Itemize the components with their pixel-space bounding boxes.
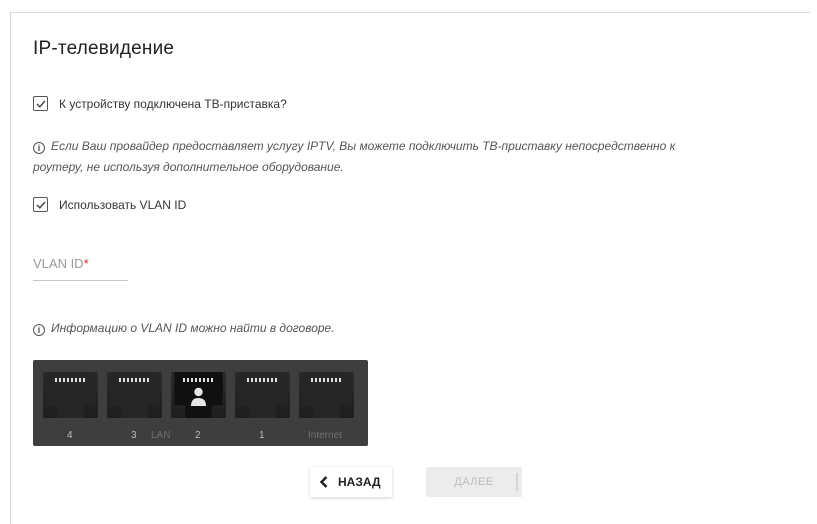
port-pins xyxy=(55,378,85,382)
stb-connected-row[interactable]: К устройству подключена ТВ-приставка? xyxy=(33,96,287,111)
port-label-4: 4 xyxy=(67,430,73,441)
port-label-3: 3 xyxy=(131,430,137,441)
use-vlan-label: Использовать VLAN ID xyxy=(59,197,187,212)
top-divider xyxy=(10,12,810,13)
port-4[interactable] xyxy=(43,372,98,418)
next-button-label: ДАЛЕЕ xyxy=(454,476,494,488)
use-vlan-row[interactable]: Использовать VLAN ID xyxy=(33,197,186,212)
port-1[interactable] xyxy=(235,372,290,418)
back-button[interactable]: НАЗАД xyxy=(310,467,392,497)
port-label-2: 2 xyxy=(195,430,201,441)
port-label-internet: Internet xyxy=(308,430,342,441)
vlan-id-field[interactable]: VLAN ID* xyxy=(33,250,128,281)
stb-connected-label: К устройству подключена ТВ-приставка? xyxy=(59,96,287,111)
vlan-id-placeholder-text: VLAN ID xyxy=(33,256,84,271)
left-divider xyxy=(10,12,11,524)
use-vlan-checkbox[interactable] xyxy=(33,197,48,212)
next-button-edge xyxy=(516,473,518,491)
stb-connected-checkbox[interactable] xyxy=(33,96,48,111)
vlan-info-text: Информацию о VLAN ID можно найти в догов… xyxy=(51,321,335,335)
page-title: IP-телевидение xyxy=(33,38,175,59)
vlan-info: i Информацию о VLAN ID можно найти в дого… xyxy=(33,318,335,339)
port-3[interactable] xyxy=(107,372,162,418)
iptv-info-line2: роутеру, не используя дополнительное обо… xyxy=(33,160,344,174)
port-pins xyxy=(119,378,149,382)
iptv-info-line1: Если Ваш провайдер предоставляет услугу … xyxy=(51,139,676,153)
info-icon: i xyxy=(33,142,45,154)
iptv-info: i Если Ваш провайдер предоставляет услугу… xyxy=(33,136,675,178)
next-button[interactable]: ДАЛЕЕ xyxy=(426,467,522,497)
back-button-label: НАЗАД xyxy=(338,475,381,489)
port-internet[interactable] xyxy=(299,372,354,418)
port-group-label: LAN xyxy=(151,430,171,441)
port-panel: 4 3 LAN 2 1 Internet xyxy=(33,360,368,446)
required-mark: * xyxy=(83,256,89,271)
port-pins xyxy=(247,378,277,382)
port-2[interactable] xyxy=(171,372,226,418)
user-icon xyxy=(191,387,206,406)
chevron-left-icon xyxy=(320,476,328,488)
port-pins xyxy=(183,378,213,382)
info-icon: i xyxy=(33,324,45,336)
checkmark-icon xyxy=(36,201,46,209)
checkmark-icon xyxy=(36,100,46,108)
port-pins xyxy=(311,378,341,382)
vlan-id-placeholder: VLAN ID* xyxy=(33,256,89,271)
port-label-1: 1 xyxy=(259,430,265,441)
